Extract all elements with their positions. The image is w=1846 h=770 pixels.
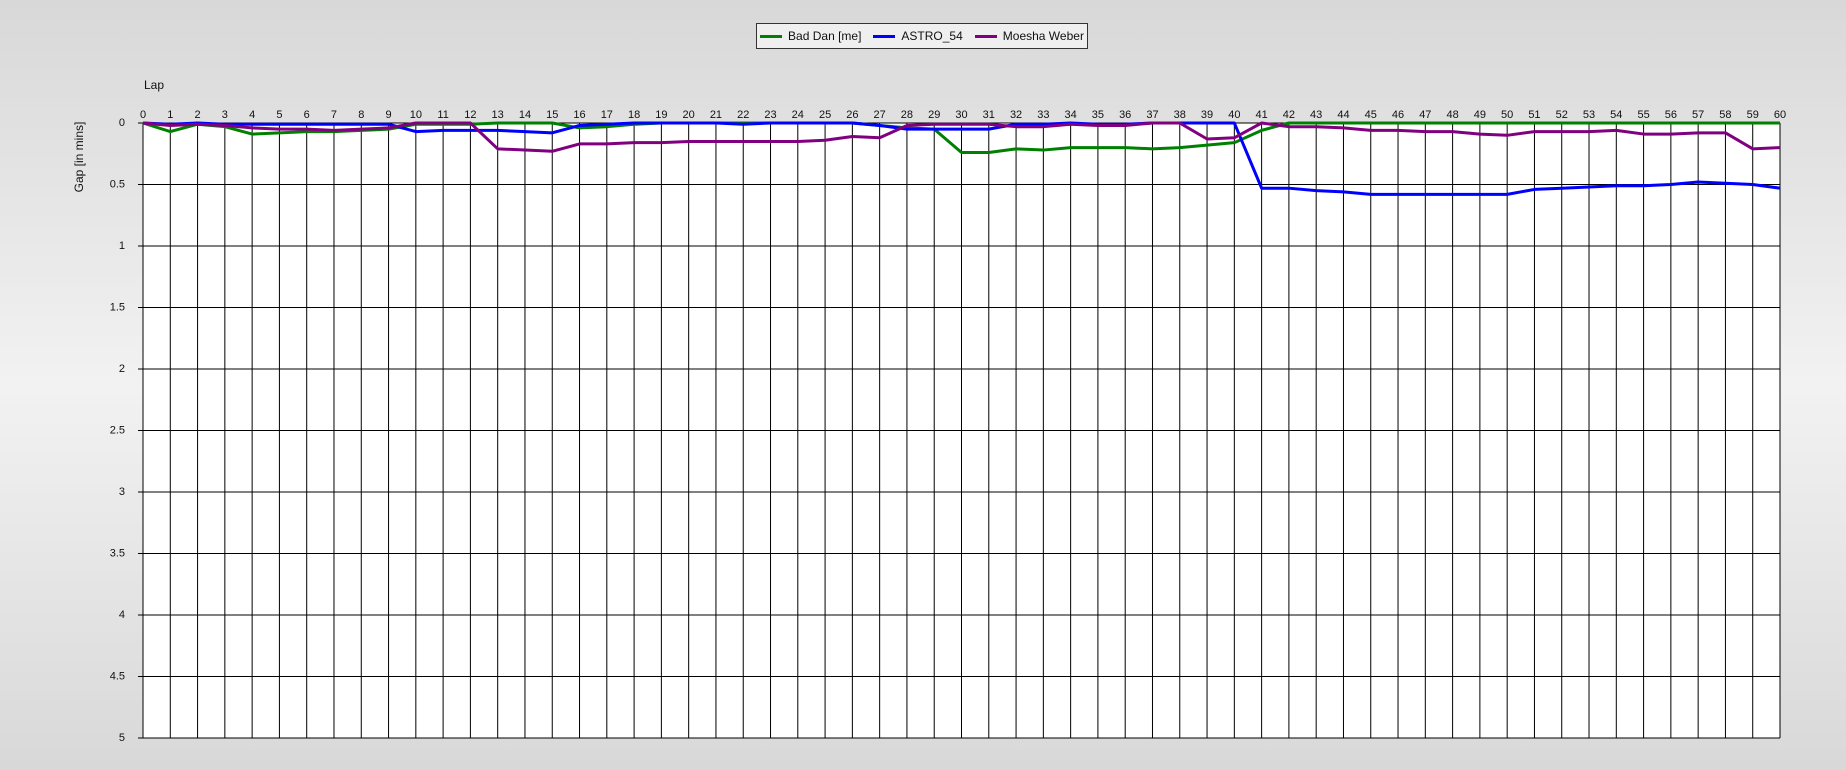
legend-swatch [760, 34, 783, 38]
x-tick-label: 49 [1474, 109, 1486, 121]
x-tick-label: 47 [1419, 109, 1431, 121]
x-tick-label: 39 [1201, 109, 1213, 121]
x-tick-label: 23 [764, 109, 776, 121]
y-tick-label: 1.5 [110, 302, 125, 314]
x-tick-label: 12 [464, 109, 476, 121]
chart-stage: 0 1 2 3 4 5 6 7 8 9 10 11 12 13 14 15 16 17 18 19 20 21 22 23 24… [0, 0, 1846, 770]
legend-label: ASTRO_54 [901, 29, 963, 43]
legend-label: Bad Dan [me] [788, 29, 862, 43]
x-tick-label: 8 [358, 109, 364, 121]
x-tick-label: 31 [983, 109, 995, 121]
x-tick-label: 11 [437, 109, 448, 121]
x-tick-label: 3 [222, 109, 228, 121]
x-tick-label: 53 [1583, 109, 1595, 121]
x-tick-label: 19 [655, 109, 667, 121]
x-tick-label: 16 [573, 109, 585, 121]
x-tick-label: 15 [546, 109, 558, 121]
x-tick-label: 52 [1556, 109, 1568, 121]
x-tick-label: 7 [331, 109, 337, 121]
x-tick-label: 13 [492, 109, 504, 121]
y-tick-label: 0.5 [110, 179, 125, 191]
y-tick-label: 3.5 [110, 548, 125, 560]
y-tick-label: 3 [119, 486, 125, 498]
x-tick-label: 1 [167, 109, 173, 121]
x-tick-label: 44 [1337, 109, 1349, 121]
x-tick-label: 35 [1092, 109, 1104, 121]
x-axis-label: Lap [144, 78, 164, 92]
y-axis-label: Gap [in mins] [72, 122, 86, 193]
legend-label: Moesha Weber [1002, 29, 1084, 43]
x-tick-label: 28 [901, 109, 913, 121]
x-tick-label: 34 [1065, 109, 1077, 121]
x-tick-label: 14 [519, 109, 531, 121]
x-tick-label: 45 [1365, 109, 1377, 121]
x-tick-label: 5 [276, 109, 282, 121]
x-tick-label: 50 [1501, 109, 1513, 121]
x-tick-label: 48 [1446, 109, 1458, 121]
legend-swatch [974, 34, 997, 38]
y-tick-label: 4.5 [110, 671, 125, 683]
x-tick-label: 56 [1665, 109, 1677, 121]
x-tick-label: 10 [410, 109, 422, 121]
x-tick-label: 27 [874, 109, 886, 121]
x-tick-label: 36 [1119, 109, 1131, 121]
legend-item: ASTRO_54 [873, 29, 963, 43]
legend-item: Moesha Weber [974, 29, 1084, 43]
x-tick-label: 24 [792, 109, 804, 121]
x-tick-label: 22 [737, 109, 749, 121]
x-tick-label: 17 [601, 109, 613, 121]
x-tick-label: 60 [1774, 109, 1786, 121]
y-tick-label: 5 [119, 732, 125, 744]
x-tick-label: 37 [1146, 109, 1158, 121]
x-tick-label: 59 [1747, 109, 1759, 121]
x-tick-label: 29 [928, 109, 940, 121]
x-tick-label: 57 [1692, 109, 1704, 121]
x-tick-label: 55 [1637, 109, 1649, 121]
x-tick-label: 9 [385, 109, 391, 121]
chart-legend: Bad Dan [me] ASTRO_54 Moesha Weber [756, 23, 1088, 49]
y-tick-label: 1 [119, 240, 125, 252]
x-tick-label: 46 [1392, 109, 1404, 121]
x-tick-label: 30 [955, 109, 967, 121]
x-tick-label: 21 [710, 109, 722, 121]
x-tick-label: 38 [1174, 109, 1186, 121]
x-tick-label: 41 [1255, 109, 1267, 121]
y-tick-label: 0 [119, 117, 125, 129]
x-tick-label: 6 [304, 109, 310, 121]
x-tick-label: 0 [140, 109, 146, 121]
x-tick-label: 26 [846, 109, 858, 121]
x-tick-label: 33 [1037, 109, 1049, 121]
x-tick-label: 4 [249, 109, 255, 121]
legend-swatch [873, 34, 896, 38]
x-tick-label: 32 [1010, 109, 1022, 121]
x-tick-label: 25 [819, 109, 831, 121]
x-tick-label: 51 [1528, 109, 1540, 121]
x-tick-label: 54 [1610, 109, 1622, 121]
x-tick-label: 20 [683, 109, 695, 121]
y-tick-label: 2.5 [110, 425, 125, 437]
y-tick-label: 4 [119, 609, 125, 621]
x-tick-label: 43 [1310, 109, 1322, 121]
y-tick-label: 2 [119, 363, 125, 375]
x-tick-label: 58 [1719, 109, 1731, 121]
chart-canvas: 0 1 2 3 4 5 6 7 8 9 10 11 12 13 14 15 16 17 18 19 20 21 22 23 24… [72, 78, 1786, 744]
x-tick-label: 18 [628, 109, 640, 121]
x-tick-label: 2 [195, 109, 201, 121]
legend-item: Bad Dan [me] [760, 29, 861, 43]
x-tick-label: 40 [1228, 109, 1240, 121]
x-tick-label: 42 [1283, 109, 1295, 121]
